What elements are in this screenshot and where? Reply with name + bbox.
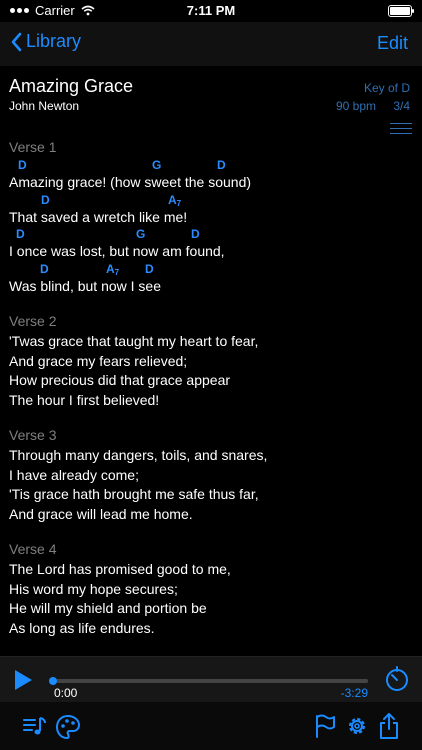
lyric-text: The Lord has promised good to me, bbox=[9, 561, 231, 577]
lyric-text: His word my hope secures; bbox=[9, 580, 178, 597]
lyric-line: D G D Amazing grace! (how sweet the soun… bbox=[9, 158, 419, 193]
lyric-line: D A7 That saved a wretch like me! bbox=[9, 193, 419, 228]
lyric-text: And grace my fears relieved; bbox=[9, 352, 188, 369]
verse-label: Verse 4 bbox=[9, 541, 57, 557]
timer-icon bbox=[386, 666, 408, 691]
lyric-text: The hour I first believed! bbox=[9, 391, 160, 408]
play-button[interactable] bbox=[12, 668, 34, 697]
elapsed-time: 0:00 bbox=[54, 686, 78, 700]
chord: D bbox=[145, 261, 154, 276]
verse: Verse 2 'Twas grace that taught my heart… bbox=[9, 310, 419, 410]
lyric-text: I once was lost, but now am found, bbox=[9, 243, 225, 259]
chord: G bbox=[152, 158, 162, 172]
status-bar: Carrier 7:11 PM bbox=[0, 0, 422, 22]
settings-button[interactable] bbox=[345, 714, 369, 743]
back-button-label: Library bbox=[26, 31, 82, 51]
lyric-text: Through many dangers, toils, and snares, bbox=[9, 447, 268, 463]
chord: A7 bbox=[106, 261, 120, 277]
lyric-text: As long as life endures. bbox=[9, 619, 155, 636]
bottom-toolbar bbox=[0, 702, 422, 750]
chevron-left-icon bbox=[11, 32, 22, 51]
chord: D bbox=[217, 158, 226, 172]
song-key: Key of D bbox=[363, 81, 410, 95]
back-button[interactable]: Library bbox=[10, 31, 81, 52]
flag-button[interactable] bbox=[314, 714, 336, 743]
song-title: Amazing Grace bbox=[9, 76, 134, 96]
lyric-text: He will my shield and portion be bbox=[9, 600, 207, 616]
chord: D bbox=[18, 158, 27, 172]
chord: D bbox=[191, 227, 200, 241]
verse: Verse 4 The Lord has promised good to me… bbox=[9, 538, 419, 638]
playlist-button[interactable] bbox=[22, 714, 48, 743]
battery-icon bbox=[388, 5, 414, 17]
progress-slider[interactable] bbox=[52, 679, 368, 683]
remaining-time: -3:29 bbox=[340, 686, 368, 700]
lyric-text: Amazing grace! (how sweet the sound) bbox=[9, 174, 252, 190]
theme-button[interactable] bbox=[55, 714, 81, 745]
flag-icon bbox=[316, 714, 335, 738]
chord: G bbox=[136, 227, 146, 241]
lyric-text: I have already come; bbox=[9, 466, 139, 483]
lyrics-view: Verse 1 D G D Amazing grace! (how sweet … bbox=[9, 136, 419, 652]
chord: D bbox=[41, 192, 50, 207]
audio-player: 0:00 -3:29 bbox=[0, 656, 422, 703]
chord-row: D A7 bbox=[9, 193, 419, 208]
edit-button[interactable]: Edit bbox=[377, 33, 408, 54]
play-icon bbox=[15, 670, 32, 690]
lyric-text: 'Twas grace that taught my heart to fear… bbox=[9, 333, 259, 349]
playlist-icon bbox=[23, 717, 46, 735]
hamburger-menu-icon[interactable] bbox=[390, 123, 412, 135]
lyric-line: D A7 D Was blind, but now I see bbox=[9, 262, 419, 297]
song-tempo: 90 bpm bbox=[335, 99, 376, 113]
lyric-text: How precious did that grace appear bbox=[9, 372, 231, 388]
lyric-text: Was blind, but now I see bbox=[9, 277, 162, 294]
lyric-text: That saved a wretch like me! bbox=[9, 208, 188, 225]
verse-label: Verse 2 bbox=[9, 313, 57, 329]
verse-label: Verse 3 bbox=[9, 427, 57, 443]
verse: Verse 1 D G D Amazing grace! (how sweet … bbox=[9, 136, 419, 296]
share-button[interactable] bbox=[378, 712, 400, 745]
song-author: John Newton bbox=[9, 99, 80, 113]
lyric-text: 'Tis grace hath brought me safe thus far… bbox=[9, 486, 259, 502]
chord-row: D G D bbox=[9, 227, 419, 242]
verse: Verse 3 Through many dangers, toils, and… bbox=[9, 424, 419, 524]
share-icon bbox=[380, 713, 398, 739]
chord: A7 bbox=[168, 192, 182, 208]
navigation-bar: Library Edit bbox=[0, 22, 422, 66]
clock: 7:11 PM bbox=[186, 3, 236, 18]
chord: D bbox=[40, 261, 49, 276]
verse-label: Verse 1 bbox=[9, 139, 57, 155]
lyric-line: D G D I once was lost, but now am found, bbox=[9, 227, 419, 262]
chord-row: D A7 D bbox=[9, 262, 419, 277]
chord-row: D G D bbox=[9, 158, 419, 173]
song-time-signature: 3/4 bbox=[393, 99, 410, 113]
gear-icon bbox=[349, 718, 365, 734]
timer-button[interactable] bbox=[383, 665, 411, 698]
chord: D bbox=[16, 227, 25, 241]
song-header: Amazing Grace John Newton Key of D 90 bp… bbox=[0, 66, 422, 134]
progress-thumb[interactable] bbox=[49, 677, 57, 685]
palette-icon bbox=[55, 714, 81, 740]
lyric-text: And grace will lead me home. bbox=[9, 505, 193, 522]
